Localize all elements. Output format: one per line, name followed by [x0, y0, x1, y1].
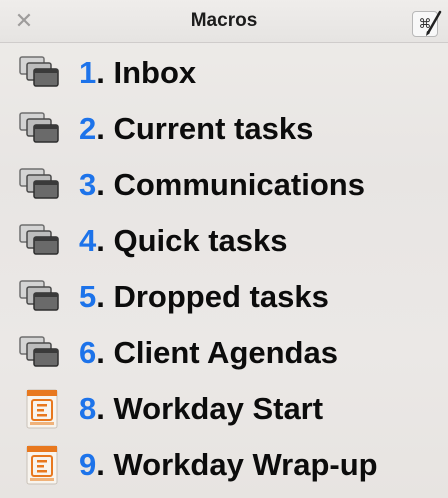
- window-stack-icon: [19, 56, 59, 87]
- macro-item[interactable]: 9. Workday Wrap-up: [0, 435, 448, 491]
- title-bar[interactable]: ✕ Macros ⌘: [0, 0, 448, 43]
- macro-item[interactable]: 4. Quick tasks: [0, 211, 448, 267]
- macro-item[interactable]: 5. Dropped tasks: [0, 267, 448, 323]
- window-title: Macros: [190, 10, 258, 31]
- keyboard-maestro-file-icon: [26, 389, 58, 429]
- macro-editor-icon[interactable]: ⌘: [412, 9, 444, 39]
- window-stack-icon: [19, 224, 59, 255]
- macro-item[interactable]: 3. Communications: [0, 155, 448, 211]
- macro-item[interactable]: 8. Workday Start: [0, 379, 448, 435]
- macro-label: . Dropped tasks: [96, 279, 329, 314]
- macro-list: 1. Inbox 2. Current tasks 3. Communicati…: [0, 43, 448, 491]
- macro-number: 1: [79, 55, 97, 90]
- macro-number: 6: [79, 335, 97, 370]
- macro-item[interactable]: 1. Inbox: [0, 43, 448, 99]
- window-stack-icon: [19, 336, 59, 367]
- macro-number: 5: [79, 279, 97, 314]
- keyboard-maestro-file-icon: [26, 445, 58, 485]
- window-stack-icon: [19, 112, 59, 143]
- macro-label: . Current tasks: [96, 111, 314, 146]
- macro-label: . Communications: [96, 167, 365, 202]
- macro-number: 9: [79, 447, 97, 482]
- window-stack-icon: [19, 280, 59, 311]
- macro-number: 4: [79, 223, 97, 258]
- macro-label: . Inbox: [96, 55, 197, 90]
- macro-label: . Workday Wrap-up: [96, 447, 378, 482]
- macro-number: 3: [79, 167, 97, 202]
- macro-number: 8: [79, 391, 97, 426]
- macro-number: 2: [79, 111, 97, 146]
- macro-label: . Client Agendas: [96, 335, 338, 370]
- macro-item[interactable]: 2. Current tasks: [0, 99, 448, 155]
- pencil-icon: [426, 10, 442, 36]
- window-stack-icon: [19, 168, 59, 199]
- macro-label: . Quick tasks: [96, 223, 288, 258]
- macro-item[interactable]: 6. Client Agendas: [0, 323, 448, 379]
- macro-label: . Workday Start: [96, 391, 324, 426]
- macros-palette-window: ✕ Macros ⌘ 1. Inbox 2. Current tasks 3. …: [0, 0, 448, 498]
